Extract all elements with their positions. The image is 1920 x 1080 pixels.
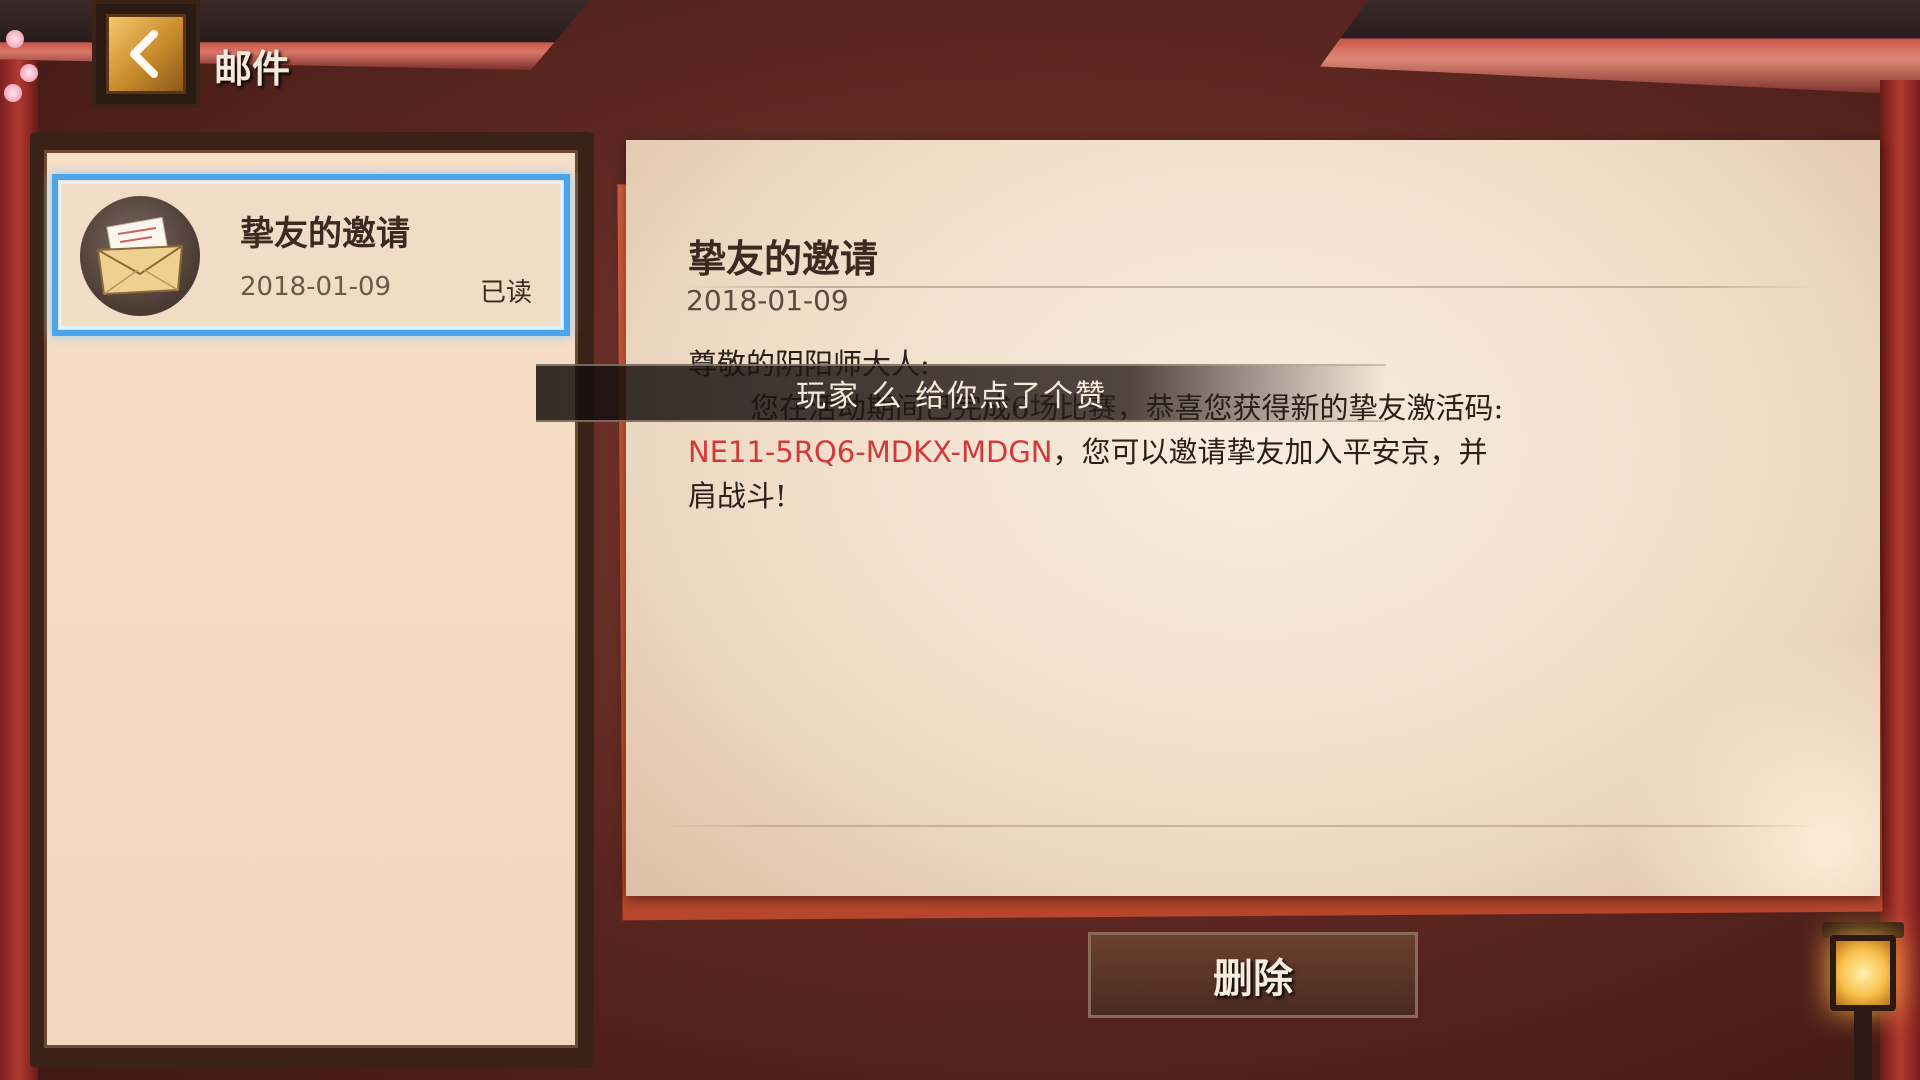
back-button[interactable] [92, 0, 200, 108]
chevron-left-icon [130, 30, 158, 78]
toast-text: 玩家 么 给你点了个赞 [796, 379, 1108, 414]
mail-detail-date: 2018-01-09 [686, 284, 849, 317]
page-title: 邮件 [214, 46, 291, 91]
roof-eave-right [1320, 0, 1920, 95]
mail-detail-title: 挚友的邀请 [688, 236, 879, 281]
like-toast: 玩家 么 给你点了个赞 [536, 364, 1386, 422]
back-button-face[interactable] [106, 14, 186, 94]
mail-line-2: NE11-5RQ6-MDKX-MDGN，您可以邀请挚友加入平安京，并 [688, 430, 1688, 474]
mail-item-status: 已读 [480, 278, 533, 308]
lantern-post [1854, 1010, 1872, 1080]
delete-button[interactable]: 删除 [1088, 932, 1418, 1018]
activation-code[interactable]: NE11-5RQ6-MDKX-MDGN [688, 435, 1053, 469]
title-divider [686, 286, 1816, 288]
cherry-blossom-icon [6, 30, 24, 48]
mail-line-3: 肩战斗! [688, 479, 787, 513]
mail-line-2-text: ，您可以邀请挚友加入平安京，并 [1052, 435, 1488, 469]
envelope-icon [80, 196, 200, 316]
mail-item-date: 2018-01-09 [240, 272, 392, 302]
bottom-divider [660, 825, 1820, 827]
mail-item-title: 挚友的邀请 [240, 214, 410, 254]
lantern-icon [1830, 935, 1896, 1011]
cherry-blossom-icon [20, 64, 38, 82]
paper-glow [1620, 636, 1880, 896]
cherry-blossom-icon [4, 84, 22, 102]
envelope-graphic [96, 216, 184, 296]
roof-eave-left [0, 0, 590, 70]
mail-list-item[interactable]: 挚友的邀请 2018-01-09 已读 [52, 174, 570, 336]
